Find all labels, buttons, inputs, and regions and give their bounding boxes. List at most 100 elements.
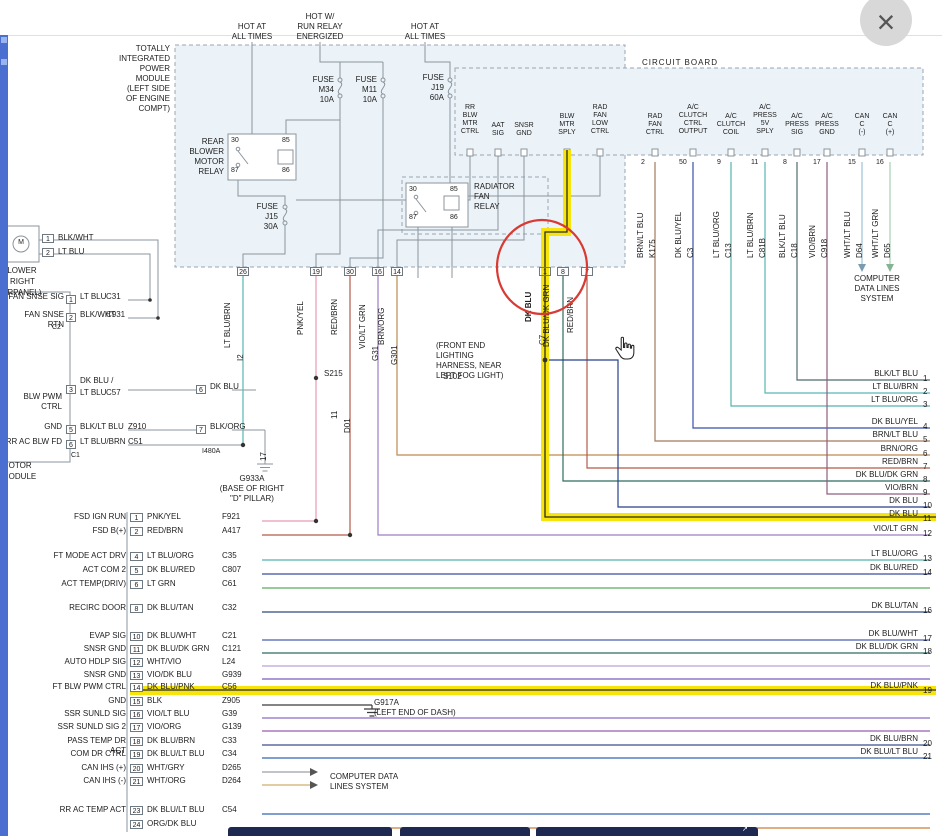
circuit-code: G31 [371,346,380,361]
circuit-code: C54 [222,805,237,815]
tipm-exit-pin: 16 [372,267,384,276]
wire-color: DK BLU/TAN [818,601,918,611]
wire-number: 3 [923,400,927,410]
tipm-exit-pin: 26 [237,267,249,276]
circuit-code: C18 [790,243,799,258]
right-wire-row: DK BLU/WHT 17 [0,629,942,641]
radiator-fan-relay-label: RADIATOR FAN RELAY [474,182,524,212]
wire-color: VIO/BRN [808,225,817,258]
wire-color: VIO/LT BLU [147,709,189,719]
module-pin-label: RR AC TEMP ACT [52,805,126,815]
toolbar-segment[interactable] [400,827,530,836]
wire-color: VIO/BRN [818,483,918,493]
pin-box: 20 [130,764,143,773]
wire-color: DK BLU [818,509,918,519]
wire-color: DK BLU [818,496,918,506]
tipm-exit-pin: 1 [539,267,551,276]
tipm-exit-pin: 30 [344,267,356,276]
wire-number: 19 [923,686,932,696]
right-wire-row: VIO/BRN 9 [0,483,942,495]
right-wire-row: LT BLU/BRN 2 [0,382,942,394]
wire-color: LT BLU [80,292,106,302]
wire-pin: 16 [876,159,884,167]
toolbar-segment[interactable] [536,827,758,836]
wire-color: LT BLU/BRN [746,213,755,259]
circuit-code: C31 [106,292,121,302]
diagram-viewer: HOT AT ALL TIMES HOT W/ RUN RELAY ENERGI… [0,0,942,836]
circuit-code: G39 [222,709,237,719]
circuit-code: Z905 [222,696,240,706]
module-pin-label: CAN IHS (+) [52,763,126,773]
right-wire-row: DK BLU/YEL 4 [0,417,942,429]
wire-color: LT BLU/ORG [818,395,918,405]
circuit-code: D64 [855,243,864,258]
relay-pin: 86 [282,167,290,175]
module-pin-label: SSR SUNLD SIG 2 [52,722,126,732]
wire-color: DK BLU/BRN [818,734,918,744]
module-row: GND 15 BLK Z905 [0,696,942,706]
circuit-code: I2 [236,354,245,361]
right-wire-row: DK BLU/LT BLU 21 [0,747,942,759]
motor-glyph: M [16,239,26,247]
wire-color: DK BLU/WHT [818,629,918,639]
circuit-code: G139 [222,722,242,732]
relay-pin: 85 [450,186,458,194]
wire-color: BLK [147,696,162,706]
connector-label: C2 [52,324,61,332]
pin-box: 12 [130,658,143,667]
wire-color: LT BLU/BRN [223,303,232,349]
power-feed-label: HOT AT ALL TIMES [222,22,282,42]
toolbar-segment[interactable] [228,827,392,836]
module-row: SSR SUNLD SIG 16 VIO/LT BLU G39 [0,709,942,719]
right-wire-row: LT BLU/ORG 3 [0,395,942,407]
circuit-code: G301 [390,345,399,365]
wire-color: BRN/ORG [377,308,386,345]
pin-box: 2 [42,248,54,257]
wire-number: 18 [923,647,932,657]
pin-box: 23 [130,806,143,815]
tipm-exit-pin: 19 [310,267,322,276]
wire-color: VIO/LT GRN [818,524,918,534]
wire-color: LT BLU/ORG [712,211,721,258]
right-wire-row: LT BLU/ORG 13 [0,549,942,561]
circuit-board-title: CIRCUIT BOARD [600,58,760,68]
wire-number: 21 [923,752,932,762]
fuse-m11-label: FUSE M11 10A [343,75,377,105]
wire-pin: 15 [848,159,856,167]
tipm-exit-pin: 7 [581,267,593,276]
power-feed-label: HOT W/ RUN RELAY ENERGIZED [290,12,350,42]
wire-color: LT BLU/BRN [818,382,918,392]
wire-color: BLK/WHT [58,233,94,243]
circuit-board-pin-label: A/C PRESS 5V SPLY [747,104,783,136]
wire-color: BRN/LT BLU [636,213,645,259]
circuit-code: C3 [686,248,695,258]
pin-box: 15 [130,697,143,706]
wire-color: DK BLU/DK GRN [818,642,918,652]
right-wire-row: DK BLU 11 [0,509,942,521]
right-wire-row: RED/BRN 7 [0,457,942,469]
wire-color: WHT/LT BLU [843,211,852,258]
wire-color: VIO/LT GRN [358,304,367,349]
close-button[interactable]: × [860,0,912,46]
relay-pin: 30 [231,137,239,145]
circuit-code: D264 [222,776,241,786]
module-pin-label: SSR SUNLD SIG [52,709,126,719]
wire-color: RED/BRN [818,457,918,467]
circuit-code: C918 [820,239,829,258]
module-pin-label: ACT TEMP(DRIV) [52,579,126,589]
wire-pin: 50 [679,159,687,167]
wire-number: 14 [923,568,932,578]
pin-box: 2 [66,313,76,322]
right-wire-row: DK BLU/DK GRN 8 [0,470,942,482]
close-icon: × [877,6,896,38]
wire-color: WHT/LT GRN [871,209,880,258]
right-wire-row: DK BLU/PNK 19 [0,681,942,693]
toolbar-arrow-icon: ↗ [742,826,748,834]
wire-pin: 9 [717,159,721,167]
circuit-board-pin-label: CAN C (+) [872,113,908,137]
circuit-code: C13 [724,243,733,258]
right-wire-row: DK BLU/BRN 20 [0,734,942,746]
relay-pin: 87 [231,167,239,175]
right-wire-row: DK BLU 10 [0,496,942,508]
circuit-board-pin-label: BLW MTR SPLY [549,113,585,137]
